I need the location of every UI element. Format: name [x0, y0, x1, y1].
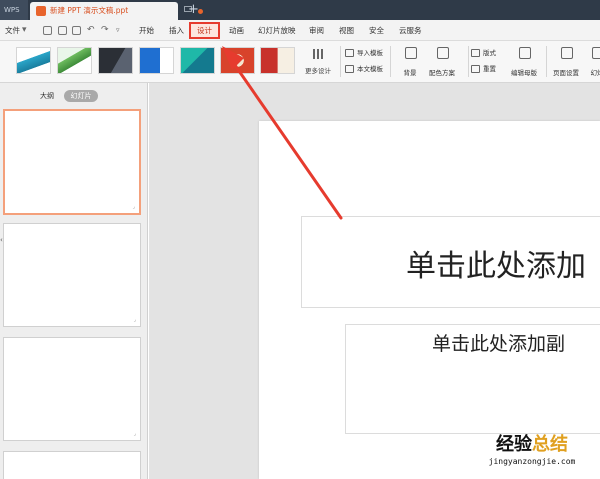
arrow-head — [222, 46, 244, 70]
annotation-arrow — [222, 46, 343, 220]
arrow-shaft — [228, 56, 343, 220]
